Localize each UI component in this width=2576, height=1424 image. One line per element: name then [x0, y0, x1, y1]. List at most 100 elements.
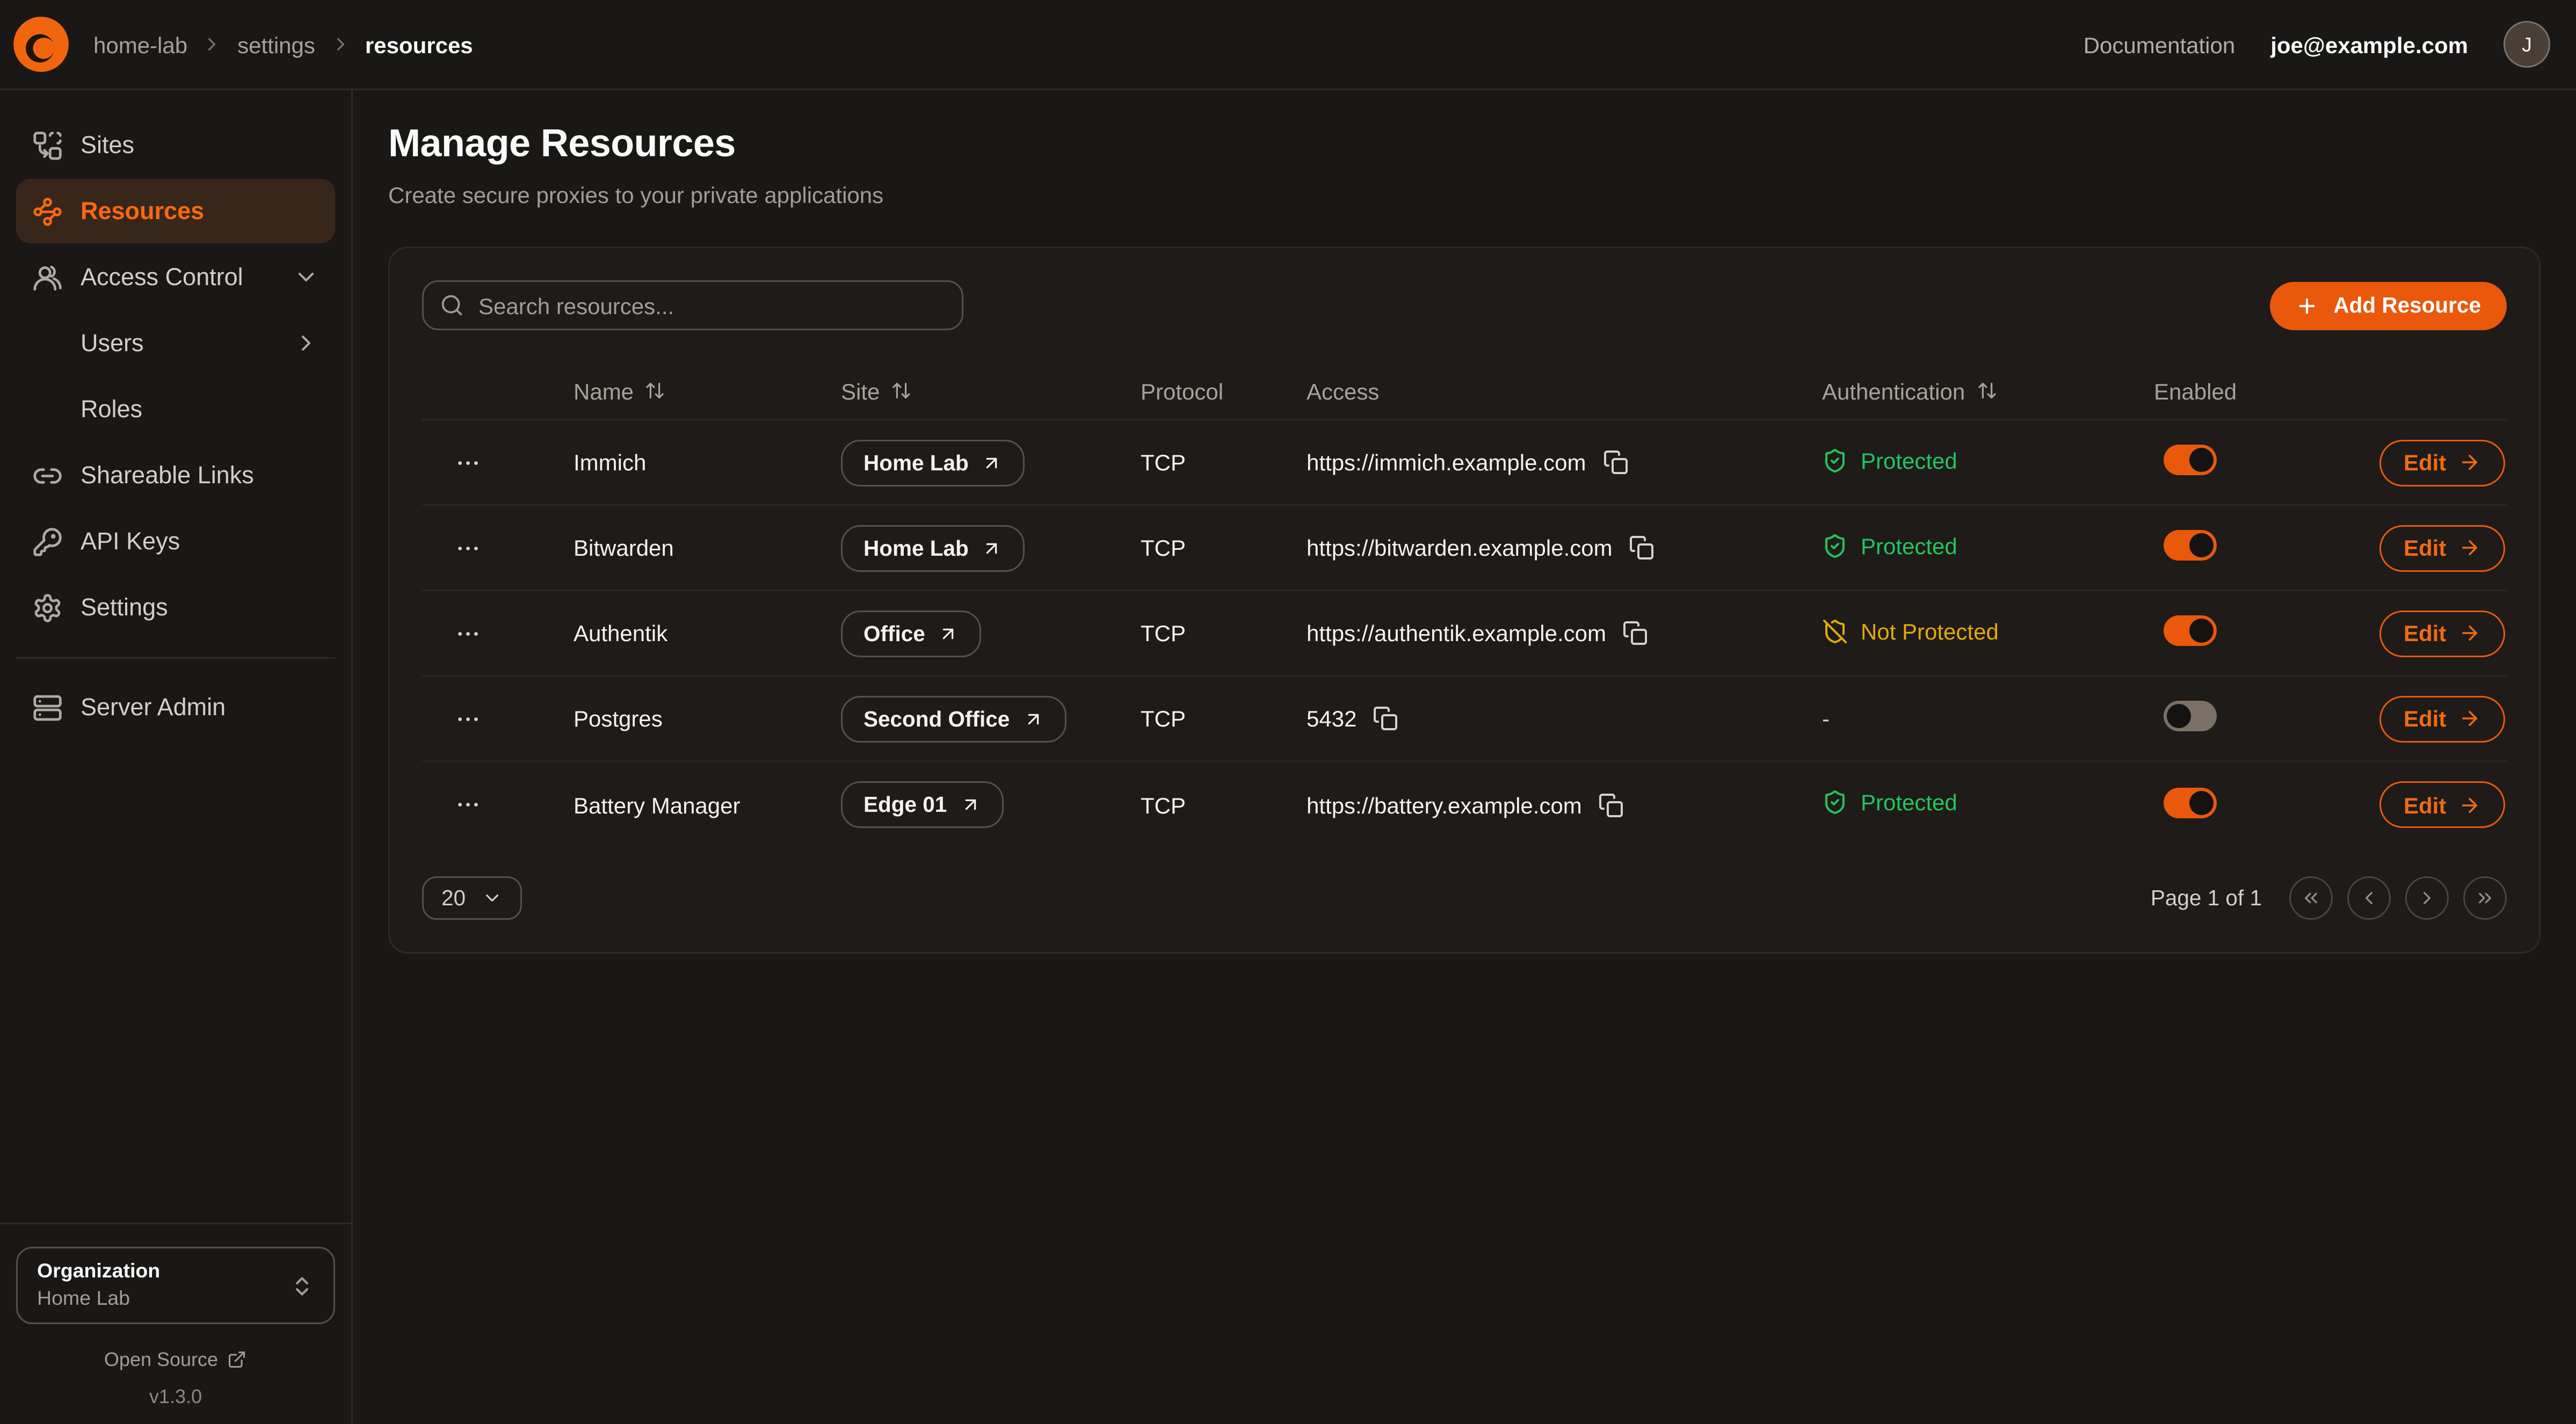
- search-icon: [440, 293, 464, 317]
- page-indicator: Page 1 of 1: [2151, 886, 2262, 910]
- enabled-toggle[interactable]: [2164, 445, 2217, 475]
- pangolin-logo[interactable]: [11, 14, 71, 74]
- sidebar-item-api-keys[interactable]: API Keys: [16, 509, 335, 573]
- resource-protocol: TCP: [1141, 706, 1307, 731]
- organization-value: Home Lab: [37, 1285, 160, 1313]
- search-input[interactable]: [422, 280, 963, 330]
- resource-name: Immich: [574, 449, 841, 475]
- column-header-authentication[interactable]: Authentication: [1822, 378, 2154, 404]
- row-menu-button[interactable]: [422, 705, 482, 732]
- sidebar-item-settings[interactable]: Settings: [16, 575, 335, 640]
- sites-icon: [32, 130, 63, 161]
- edit-button[interactable]: Edit: [2379, 695, 2506, 742]
- pagination-previous-button[interactable]: [2347, 876, 2391, 920]
- edit-button[interactable]: Edit: [2379, 525, 2506, 571]
- open-source-label: Open Source: [104, 1348, 218, 1371]
- organization-selector[interactable]: Organization Home Lab: [16, 1247, 335, 1324]
- resource-name: Postgres: [574, 706, 841, 731]
- sort-icon: [1976, 380, 1997, 401]
- shield-check-icon: [1822, 533, 1848, 558]
- documentation-link[interactable]: Documentation: [2084, 32, 2236, 57]
- sidebar-item-resources[interactable]: Resources: [16, 179, 335, 243]
- resource-name: Authentik: [574, 620, 841, 646]
- arrow-up-right-icon: [982, 537, 1003, 558]
- breadcrumb-settings[interactable]: settings: [237, 32, 315, 57]
- row-menu-button[interactable]: [422, 449, 482, 476]
- copy-button[interactable]: [1629, 535, 1655, 561]
- arrow-right-icon: [2459, 707, 2481, 730]
- shield-check-icon: [1822, 447, 1848, 473]
- copy-button[interactable]: [1598, 792, 1624, 818]
- pagination-last-button[interactable]: [2463, 876, 2507, 920]
- row-menu-button[interactable]: [422, 534, 482, 562]
- site-link[interactable]: Home Lab: [841, 439, 1025, 486]
- sidebar-item-access-control[interactable]: Access Control: [16, 245, 335, 309]
- gear-icon: [32, 592, 63, 623]
- sidebar-footer: Organization Home Lab Open Source v1.3.0: [16, 1207, 335, 1408]
- chevron-right-icon: [293, 330, 319, 356]
- pagination-next-button[interactable]: [2405, 876, 2449, 920]
- sidebar-item-users[interactable]: Users: [16, 311, 335, 375]
- arrow-up-right-icon: [960, 794, 981, 815]
- enabled-toggle[interactable]: [2164, 787, 2217, 818]
- site-link[interactable]: Office: [841, 610, 982, 657]
- sidebar-divider: [0, 1223, 351, 1225]
- site-link[interactable]: Second Office: [841, 695, 1066, 742]
- table-row: ImmichHome LabTCPhttps://immich.example.…: [422, 420, 2507, 506]
- row-menu-button[interactable]: [422, 620, 482, 647]
- site-link[interactable]: Edge 01: [841, 781, 1003, 828]
- sidebar-item-shareable-links[interactable]: Shareable Links: [16, 443, 335, 507]
- enabled-toggle[interactable]: [2164, 530, 2217, 561]
- page-subtitle: Create secure proxies to your private ap…: [388, 182, 2541, 208]
- resource-access: https://bitwarden.example.com: [1307, 535, 1613, 561]
- sidebar: Sites Resources Access Control Users: [0, 90, 353, 1424]
- table-header: Name Site Protocol Access: [422, 362, 2507, 420]
- site-link[interactable]: Home Lab: [841, 525, 1025, 571]
- user-avatar[interactable]: J: [2504, 21, 2550, 68]
- table-row: Battery ManagerEdge 01TCPhttps://battery…: [422, 762, 2507, 847]
- edit-button[interactable]: Edit: [2379, 781, 2506, 828]
- column-header-site[interactable]: Site: [841, 378, 1141, 404]
- sidebar-item-label: Shareable Links: [81, 462, 254, 489]
- auth-status-not-protected: Not Protected: [1822, 618, 1999, 644]
- resource-access: 5432: [1307, 706, 1356, 731]
- enabled-toggle[interactable]: [2164, 701, 2217, 731]
- sidebar-item-label: Sites: [81, 132, 134, 159]
- topbar-right: Documentation joe@example.com J: [2084, 21, 2550, 68]
- copy-button[interactable]: [1622, 620, 1648, 646]
- arrow-right-icon: [2459, 622, 2481, 644]
- main-content: Manage Resources Create secure proxies t…: [353, 90, 2576, 1424]
- enabled-toggle[interactable]: [2164, 615, 2217, 646]
- column-header-enabled: Enabled: [2154, 378, 2379, 404]
- arrow-right-icon: [2459, 451, 2481, 474]
- page-size-select[interactable]: 20: [422, 876, 522, 920]
- resource-protocol: TCP: [1141, 620, 1307, 646]
- sidebar-item-sites[interactable]: Sites: [16, 113, 335, 177]
- sidebar-item-roles[interactable]: Roles: [16, 377, 335, 441]
- resource-name: Bitwarden: [574, 535, 841, 561]
- sidebar-item-server-admin[interactable]: Server Admin: [16, 675, 335, 739]
- sort-icon: [645, 380, 666, 401]
- chevron-down-icon: [293, 264, 319, 290]
- edit-button[interactable]: Edit: [2379, 610, 2506, 657]
- chevrons-up-down-icon: [290, 1274, 314, 1298]
- column-header-name[interactable]: Name: [574, 378, 841, 404]
- open-source-link[interactable]: Open Source: [16, 1348, 335, 1371]
- breadcrumb: home-lab settings resources: [93, 32, 473, 57]
- sidebar-item-label: Access Control: [81, 264, 243, 291]
- shield-check-icon: [1822, 789, 1848, 815]
- page-title: Manage Resources: [388, 122, 2541, 168]
- resources-icon: [32, 196, 63, 227]
- add-resource-button[interactable]: Add Resource: [2270, 281, 2507, 330]
- breadcrumb-org[interactable]: home-lab: [93, 32, 187, 57]
- copy-button[interactable]: [1373, 706, 1398, 731]
- pagination-first-button[interactable]: [2289, 876, 2333, 920]
- plus-icon: [2296, 294, 2319, 317]
- resource-access: https://authentik.example.com: [1307, 620, 1606, 646]
- sidebar-item-label: Roles: [81, 396, 142, 423]
- copy-button[interactable]: [1602, 449, 1628, 475]
- edit-button[interactable]: Edit: [2379, 439, 2506, 486]
- organization-label: Organization: [37, 1259, 160, 1286]
- row-menu-button[interactable]: [422, 791, 482, 818]
- resource-protocol: TCP: [1141, 449, 1307, 475]
